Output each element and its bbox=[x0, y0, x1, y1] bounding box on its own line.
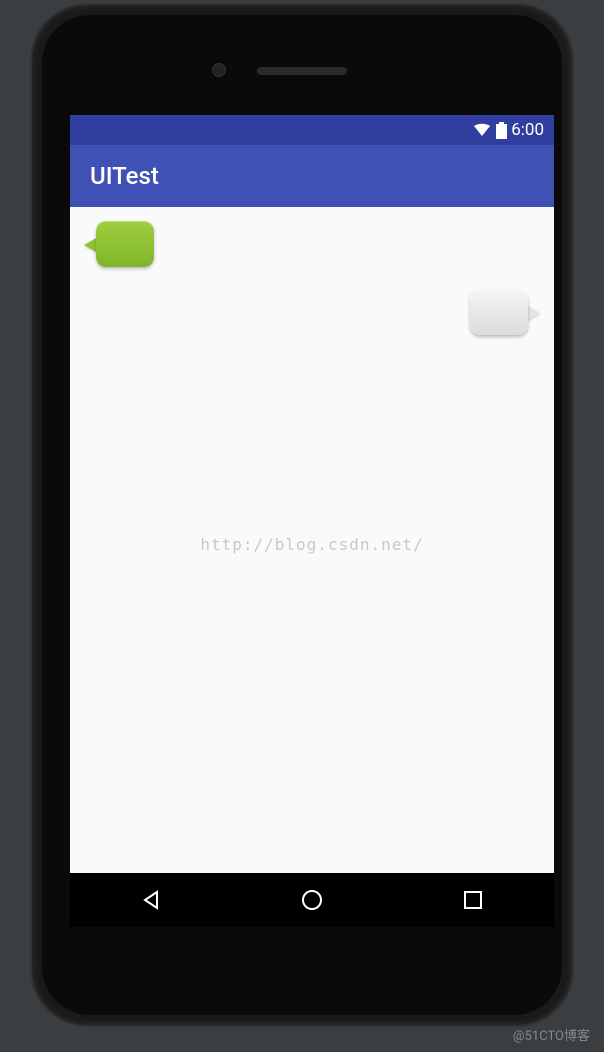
phone-bezel: 6:00 UITest http://blog.csdn.net/ bbox=[42, 15, 562, 1015]
app-title: UITest bbox=[90, 162, 159, 190]
bubble-body bbox=[470, 289, 528, 335]
battery-icon bbox=[496, 122, 507, 139]
phone-camera bbox=[212, 63, 226, 77]
square-recent-icon bbox=[463, 890, 483, 910]
home-button[interactable] bbox=[272, 880, 352, 920]
status-time: 6:00 bbox=[511, 120, 544, 140]
phone-screen: 6:00 UITest http://blog.csdn.net/ bbox=[70, 115, 554, 927]
navigation-bar bbox=[70, 873, 554, 927]
chat-bubble-right[interactable] bbox=[470, 289, 540, 341]
page-watermark: @51CTO博客 bbox=[513, 1025, 590, 1044]
bubble-body bbox=[96, 221, 154, 267]
recent-apps-button[interactable] bbox=[433, 880, 513, 920]
watermark-text: http://blog.csdn.net/ bbox=[200, 535, 423, 554]
content-area[interactable]: http://blog.csdn.net/ bbox=[70, 207, 554, 873]
app-bar: UITest bbox=[70, 145, 554, 207]
bubble-tail-icon bbox=[526, 305, 540, 321]
wifi-icon bbox=[472, 122, 492, 138]
status-bar: 6:00 bbox=[70, 115, 554, 145]
triangle-back-icon bbox=[140, 889, 162, 911]
back-button[interactable] bbox=[111, 880, 191, 920]
circle-home-icon bbox=[301, 889, 323, 911]
phone-frame: 6:00 UITest http://blog.csdn.net/ bbox=[32, 5, 572, 1025]
phone-speaker bbox=[257, 67, 347, 75]
chat-bubble-left[interactable] bbox=[84, 221, 154, 273]
